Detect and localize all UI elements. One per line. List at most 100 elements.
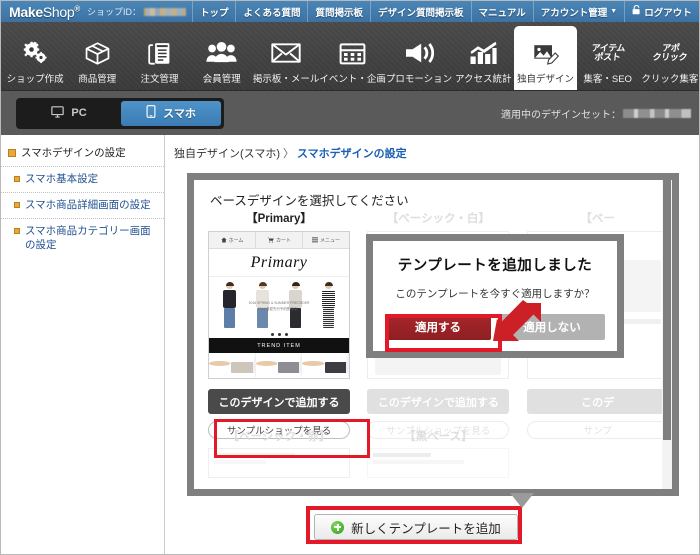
preview-nav-menu-label: メニュー — [320, 237, 340, 244]
template-name: 【Primary】 — [208, 210, 350, 226]
sidebar-item-product-detail-screen-settings[interactable]: スマホ商品詳細画面の設定 — [1, 193, 164, 219]
template-name: 【ベーシック・白】 — [367, 210, 509, 226]
envelope-icon — [271, 39, 301, 67]
nav-design-board[interactable]: デザイン質問掲示板 — [370, 1, 471, 22]
device-tab-smartphone[interactable]: スマホ — [121, 101, 221, 126]
modal-cancel-button[interactable]: 適用しない — [500, 314, 605, 340]
template-thumbnail-basic-red[interactable] — [208, 448, 350, 478]
nav-top[interactable]: トップ — [192, 1, 236, 22]
modal-button-row: 適用する 適用しない — [373, 314, 617, 340]
add-with-this-design-button-basic-white[interactable]: このデザインで追加する — [367, 389, 509, 414]
bullet-square-icon — [14, 228, 20, 234]
apo-click-logo-text: アポ クリック — [652, 44, 688, 63]
preview-hero-text: 2016 SPRING & SUMMER PREORDER 2016 春夏先行予… — [236, 301, 322, 313]
bullet-square-icon — [14, 176, 20, 182]
preview-nav: ホーム カート メニュー — [209, 232, 349, 249]
nav-design-board-label: デザイン質問掲示板 — [378, 5, 464, 19]
megaphone-icon — [404, 39, 434, 67]
nav-logout[interactable]: ログアウト — [624, 1, 700, 22]
nav-item-item-post-label: 集客・SEO — [583, 71, 632, 85]
nav-item-event-plan-label: イベント・企画 — [319, 71, 386, 85]
nav-faq-label: よくある質問 — [243, 5, 300, 19]
nav-item-access-stats-label: アクセス統計 — [455, 71, 512, 85]
nav-item-shop-create[interactable]: ショップ作成 — [4, 28, 66, 90]
sidebar-item-label: スマホ基本設定 — [25, 173, 98, 186]
nav-item-product-mgmt-label: 商品管理 — [78, 71, 116, 85]
preview-shop-logo: Primary — [209, 249, 349, 276]
brand-registered-mark: ® — [74, 4, 80, 13]
template-thumbnail-primary[interactable]: ホーム カート メニュー — [208, 231, 350, 379]
nav-item-order-mgmt[interactable]: 注文管理 — [128, 28, 190, 90]
nav-top-label: トップ — [200, 5, 229, 19]
item-post-logo-text: アイテム ポスト — [590, 44, 625, 63]
add-button-label: このデザインで追加する — [378, 394, 499, 410]
nav-item-shop-create-label: ショップ作成 — [7, 71, 64, 85]
preview-nav-cart: カート — [256, 232, 303, 248]
nav-item-member-mgmt[interactable]: 会員管理 — [191, 28, 253, 90]
nav-account[interactable]: アカウント管理 ▼ — [533, 1, 624, 22]
modal-confirm-label: 適用する — [415, 319, 461, 335]
add-new-template-button[interactable]: 新しくテンプレートを追加 — [314, 514, 518, 540]
smartphone-icon — [146, 105, 156, 121]
main-icon-nav: ショップ作成 商品管理 — [1, 22, 700, 90]
nav-item-board-mail[interactable]: 掲示板・メール — [253, 28, 320, 90]
nav-item-product-mgmt[interactable]: 商品管理 — [66, 28, 128, 90]
add-button-label: このデ — [581, 394, 614, 410]
nav-item-original-design-label: 独自デザイン — [517, 71, 574, 85]
nav-faq[interactable]: よくある質問 — [235, 1, 307, 22]
template-grid-row2: 【ベーシック・赤】 【黒ベース】 — [194, 428, 672, 478]
modal-body-text: このテンプレートを今すぐ適用しますか？ — [373, 286, 617, 301]
add-new-template-label: 新しくテンプレートを追加 — [351, 518, 501, 537]
nav-account-label: アカウント管理 — [541, 5, 608, 19]
preview-nav-home-label: ホーム — [229, 237, 244, 244]
applied-design-set: 適用中のデザインセット： — [501, 106, 691, 121]
nav-item-original-design[interactable]: 独自デザイン — [514, 26, 576, 90]
template-card-black-base: 【黒ベース】 — [353, 428, 512, 478]
calendar-icon — [339, 39, 366, 67]
makeshop-admin-window: MakeShop® ショップID： トップ よくある質問 質問掲示板 デザイン質… — [0, 0, 700, 555]
makeshop-logo[interactable]: MakeShop® — [1, 4, 80, 20]
nav-logout-label: ログアウト — [644, 5, 692, 19]
shop-id: ショップID： — [87, 5, 186, 18]
breadcrumb-parent[interactable]: 独自デザイン(スマホ) — [174, 148, 280, 160]
apo-click-logo-icon: アポ クリック — [653, 39, 687, 67]
device-selector-row: PC スマホ 適用中のデザインセット： — [1, 90, 700, 135]
preview-trend-band: TREND ITEM — [209, 338, 349, 353]
left-sidebar: スマホデザインの設定 スマホ基本設定 スマホ商品詳細画面の設定 スマホ商品カテゴ… — [1, 135, 165, 554]
nav-item-item-post[interactable]: アイテム ポスト 集客・SEO — [577, 28, 639, 90]
template-added-modal: テンプレートを追加しました このテンプレートを今すぐ適用しますか？ 適用する 適… — [366, 234, 624, 358]
highlight-add-new-template: 新しくテンプレートを追加 — [306, 506, 522, 544]
add-button-label: このデザインで追加する — [219, 394, 340, 410]
nav-question-board[interactable]: 質問掲示板 — [307, 1, 370, 22]
preview-hero-line2: 2016 春夏先行予約受付中！ — [236, 307, 322, 313]
nav-item-apo-click[interactable]: アポ クリック クリック集客 — [639, 28, 700, 90]
modal-confirm-button[interactable]: 適用する — [386, 314, 491, 340]
panel-scrollbar-thumb[interactable] — [663, 180, 671, 440]
nav-item-access-stats[interactable]: アクセス統計 — [452, 28, 514, 90]
template-name: 【ベー — [527, 210, 669, 226]
sidebar-item-smartphone-basic-settings[interactable]: スマホ基本設定 — [1, 167, 164, 193]
apo-click-line2: クリック — [652, 53, 687, 62]
chevron-down-icon: ▼ — [610, 8, 617, 15]
item-post-logo-icon: アイテム ポスト — [591, 39, 625, 67]
device-tab-pc[interactable]: PC — [19, 101, 119, 126]
preview-product-grid — [209, 353, 349, 377]
nav-item-event-plan[interactable]: イベント・企画 — [319, 28, 386, 90]
gray-down-arrow-icon — [510, 493, 534, 514]
sidebar-item-product-category-screen-settings[interactable]: スマホ商品カテゴリー画面の設定 — [1, 219, 164, 257]
applied-design-set-label: 適用中のデザインセット： — [501, 106, 621, 121]
add-with-this-design-button-primary[interactable]: このデザインで追加する — [208, 389, 350, 414]
modal-heading: テンプレートを追加しました — [373, 254, 617, 275]
lock-icon — [632, 5, 641, 18]
template-thumbnail-black-base[interactable] — [367, 448, 509, 478]
add-with-this-design-button-third[interactable]: このデ — [527, 389, 669, 414]
brand-bold: Make — [9, 4, 43, 20]
shop-id-value-redacted — [144, 8, 186, 16]
panel-scrollbar[interactable] — [662, 180, 672, 489]
nav-item-promotion[interactable]: プロモーション — [386, 28, 452, 90]
nav-manual[interactable]: マニュアル — [471, 1, 533, 22]
template-name: 【黒ベース】 — [367, 428, 509, 444]
nav-item-promotion-label: プロモーション — [386, 71, 452, 85]
template-card-primary: 【Primary】 ホーム カート — [194, 210, 353, 439]
sidebar-item-smartphone-design-settings[interactable]: スマホデザインの設定 — [1, 141, 164, 167]
